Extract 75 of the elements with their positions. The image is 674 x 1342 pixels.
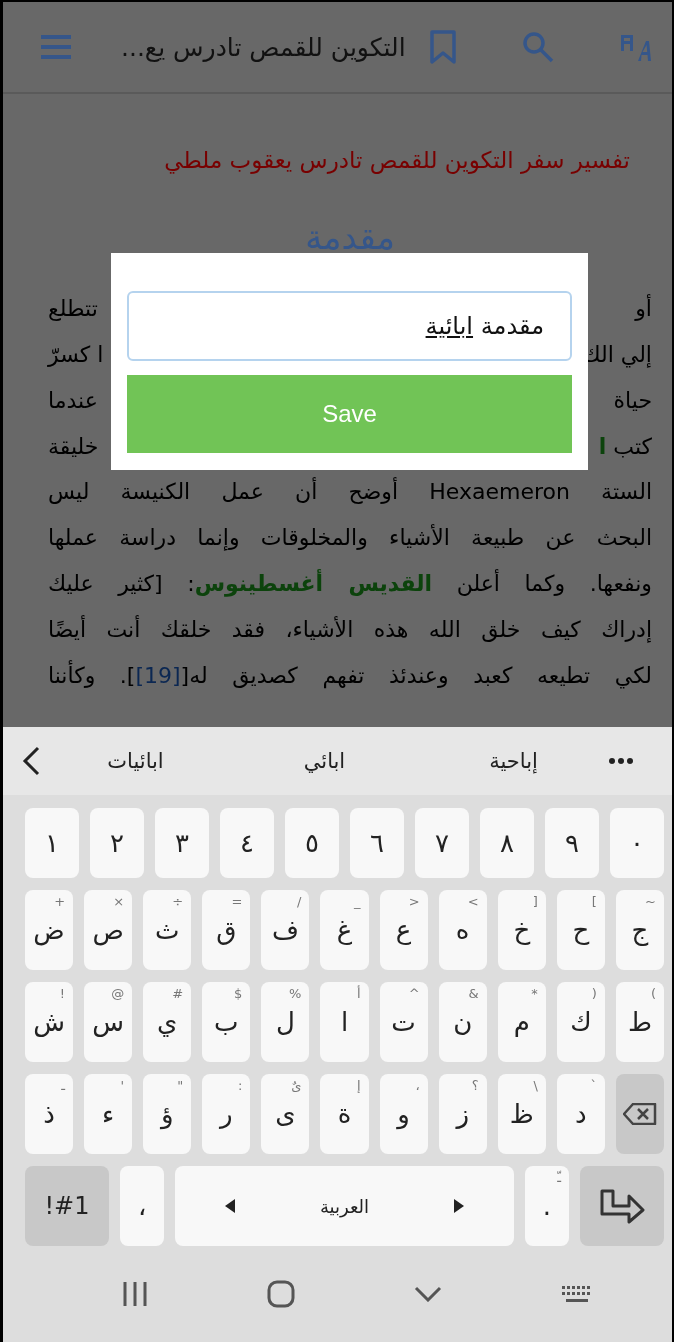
text-fragment: خليقة [48, 433, 99, 459]
keyboard-key[interactable]: ` د [556, 1074, 605, 1154]
keyboard-key[interactable]: ٤ [220, 808, 274, 878]
keyboard-key[interactable]: ٧ [415, 808, 469, 878]
article-title: تفسير سفر التكوين للقمص تادرس يعقوب ملطي [163, 147, 630, 173]
text-field[interactable]: مقدمة ابائية [127, 291, 572, 361]
text-fragment: تتطلع [48, 295, 98, 321]
keyboard-key[interactable]: " ؤ [143, 1074, 192, 1154]
suggestion-word[interactable]: ابائيات [41, 749, 230, 773]
recent-apps-icon[interactable] [122, 1280, 149, 1308]
keyboard-key[interactable]: ٠ [610, 808, 664, 878]
keyboard-key[interactable]: ـّ . [524, 1166, 570, 1246]
keyboard-key[interactable]: ٥ [285, 808, 339, 878]
keyboard-key[interactable]: إ ة [320, 1074, 369, 1154]
text-line: ونفعها. وكما أعلن القديس أغسطينوس: [كثير عليك [48, 568, 652, 599]
keyboard-key[interactable]: : ر [202, 1074, 251, 1154]
keyboard-key[interactable]: ) ط [615, 982, 664, 1062]
keyboard-key[interactable]: ، [119, 1166, 165, 1246]
keyboard-key[interactable]: ' ء [84, 1074, 133, 1154]
keyboard-key[interactable]: ^ ت [379, 982, 428, 1062]
keyboard-key[interactable]: $ ب [202, 982, 251, 1062]
keyboard-key[interactable]: ٨ [480, 808, 534, 878]
keyboard-key[interactable]: \ ظ [497, 1074, 546, 1154]
keyboard-key[interactable]: > ه [438, 890, 487, 970]
keyboard-key[interactable]: ! ش [24, 982, 74, 1062]
keyboard-key[interactable]: ؟ ز [438, 1074, 487, 1154]
chevron-left-icon[interactable] [21, 746, 41, 776]
keyboard-key[interactable]: [ خ [497, 890, 546, 970]
keyboard-key[interactable]: < ع [379, 890, 428, 970]
text-fragment: عندما [48, 387, 98, 413]
text-line: البحث عن طبيعة الأشياء والمخلوقات وإنما دراسة عملها [48, 523, 652, 553]
keyboard-key[interactable]: % ل [261, 982, 310, 1062]
keyboard-key[interactable]: × ص [84, 890, 133, 970]
keyboard-key[interactable]: ~ ج [615, 890, 664, 970]
keyboard-key[interactable]: ٣ [155, 808, 209, 878]
keyboard-key[interactable]: = ق [202, 890, 251, 970]
keyboard-icon[interactable] [560, 1284, 593, 1304]
enter-arrow-icon [599, 1188, 645, 1224]
text-fragment: أو [635, 295, 652, 321]
keyboard-key[interactable]: & ن [438, 982, 487, 1062]
text-fragment: حياة [613, 387, 652, 413]
text-fragment: كتب ا [598, 433, 652, 459]
keyboard-key[interactable]: _ غ [320, 890, 369, 970]
keyboard-key[interactable]: / ف [261, 890, 310, 970]
suggestion-word[interactable]: ابائي [230, 749, 419, 773]
more-dots-icon[interactable] [608, 757, 634, 765]
book-title: التكوين للقمص تادرس يع... [121, 32, 406, 62]
keyboard-key[interactable]: # ي [143, 982, 192, 1062]
keyboard-key[interactable]: أ ا [320, 982, 369, 1062]
text-line: إدراك كيف خلق الله هذه الأشياء، فقد خلقك أنت أيضًا [48, 614, 652, 645]
backspace-icon [622, 1103, 657, 1125]
right-triangle-icon [453, 1199, 464, 1213]
space-key[interactable]: العربية [175, 1166, 514, 1246]
left-triangle-icon [225, 1199, 236, 1213]
keyboard-key[interactable]: ٢ [90, 808, 144, 878]
keyboard-key[interactable]: + ض [24, 890, 74, 970]
keyboard-key[interactable]: ٦ [350, 808, 404, 878]
keyboard-key[interactable]: ىٌ ى [261, 1074, 310, 1154]
keyboard-key[interactable]: ( ك [556, 982, 605, 1062]
keyboard-key[interactable]: ٩ [545, 808, 599, 878]
keyboard-key[interactable]: ] ح [556, 890, 605, 970]
keyboard-key[interactable]: ١ [25, 808, 79, 878]
keyboard-key[interactable]: @ س [84, 982, 133, 1062]
enter-key[interactable] [580, 1166, 664, 1246]
text-line: الستة Hexaemeron أوضح أن عمل الكنيسة ليس [48, 476, 652, 506]
keyboard-key[interactable]: * م [497, 982, 546, 1062]
home-icon[interactable] [267, 1280, 296, 1308]
keyboard-key[interactable]: ، و [379, 1074, 428, 1154]
keyboard-key[interactable]: ـ ذ [24, 1074, 74, 1154]
keyboard-key[interactable]: ÷ ث [143, 890, 192, 970]
text-fragment: ا كسرّ [48, 341, 104, 367]
suggestion-word[interactable]: إباحية [419, 749, 608, 773]
backspace-key[interactable] [615, 1074, 664, 1154]
symbols-key[interactable]: !#1 [25, 1166, 109, 1246]
chevron-down-icon[interactable] [413, 1286, 442, 1302]
